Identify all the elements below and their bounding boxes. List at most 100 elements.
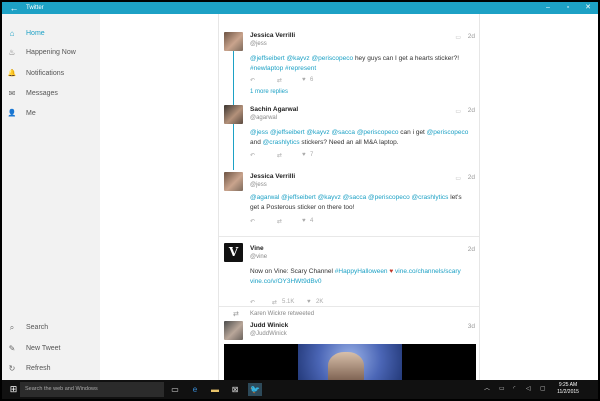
mention-link[interactable]: @crashlytics [263,139,300,146]
tweet-author-name[interactable]: Sachin Agarwal [250,106,298,113]
tray-chevron-icon[interactable]: ︿ [484,383,490,396]
volume-icon[interactable]: ◁ [526,383,531,396]
windows-start-icon[interactable]: ⊞ [8,384,19,395]
tweet-author-name[interactable]: Vine [250,245,264,252]
clock-date: 11/2/2015 [557,389,579,395]
reply-icon[interactable]: ↶ [250,77,255,84]
close-icon[interactable]: ✕ [578,2,598,14]
sidebar-item-label: Messages [26,90,58,97]
hashtag-link[interactable]: #HappyHalloween [335,268,388,275]
sidebar-item-home[interactable]: ⌂ Home [2,27,100,41]
tweet-time: 2d [467,174,475,181]
tweet-author-name[interactable]: Jessica Verrilli [250,173,295,180]
mention-link[interactable]: @jess @jeffseibert @kayvz @sacca @perisc… [250,129,398,136]
like-icon[interactable]: ♥ [307,299,311,305]
sidebar-item-messages[interactable]: ✉ Messages [2,87,100,101]
edge-browser-icon[interactable]: e [188,383,202,396]
retweet-icon[interactable]: ⇄ [277,77,282,84]
like-icon[interactable]: ♥ [302,77,306,83]
tweet[interactable]: Sachin Agarwal @agarwal ▭ 2d @jess @jeff… [219,102,479,168]
sidebar-item-label: Me [26,110,36,117]
maximize-icon[interactable]: ▫ [558,2,578,14]
sidebar-item-label: Home [26,30,45,37]
tweet-author-handle: @jess [250,41,267,47]
twitter-app-icon[interactable]: 🐦 [248,383,262,396]
retweet-count: 5.1K [282,299,295,305]
conversation-icon: ▭ [455,109,461,115]
vine-logo-avatar[interactable]: V [224,243,243,262]
media-stage [298,344,402,380]
retweet-icon[interactable]: ⇄ [272,299,277,306]
taskbar-search-input[interactable]: Search the web and Windows [20,382,164,397]
more-replies-link[interactable]: 1 more replies [250,89,288,95]
url-link[interactable]: vine.co/channels/scary [395,268,461,275]
url-link[interactable]: vine.co/v/OY3HWt9dBv0 [250,278,322,285]
sidebar-item-label: Happening Now [26,49,76,56]
tweet-body: @jeffseibert @kayvz @periscopeco hey guy… [250,54,472,73]
reply-icon[interactable]: ↶ [250,218,255,225]
retweet-icon[interactable]: ⇄ [277,152,282,159]
file-explorer-icon[interactable]: ▬ [208,383,222,396]
reply-icon[interactable]: ↶ [250,299,255,306]
sidebar-item-refresh[interactable]: ↻ Refresh [2,362,100,376]
bell-icon: 🔔 [7,70,17,77]
taskbar: ⊞ Search the web and Windows ▭ e ▬ ⊠ 🐦 ︿… [2,380,598,399]
sidebar-item-label: New Tweet [26,345,61,352]
tweet-author-name[interactable]: Jessica Verrilli [250,32,295,39]
like-count: 6 [310,77,314,83]
mention-link[interactable]: @agarwal @jeffseibert @kayvz @sacca @per… [250,194,448,201]
tweet[interactable]: V Vine @vine 2d Now on Vine: Scary Chann… [219,237,479,310]
like-count: 2K [316,299,324,305]
title-bar: ← Twitter – ▫ ✕ [2,2,598,14]
tweet-time: 2d [467,107,475,114]
tweet[interactable]: Jessica Verrilli @jess ▭ 2d @jeffseibert… [219,14,479,95]
tweet-body: @agarwal @jeffseibert @kayvz @sacca @per… [250,193,472,212]
task-view-icon[interactable]: ▭ [168,383,182,396]
sidebar: ⌂ Home ♨ Happening Now 🔔 Notifications ✉… [2,14,100,380]
avatar[interactable] [224,321,243,340]
like-icon[interactable]: ♥ [302,218,306,224]
tweet-text: Now on Vine: Scary Channel [250,268,335,275]
notification-icon[interactable]: ▢ [540,383,546,396]
like-icon[interactable]: ♥ [302,152,306,158]
tweet-actions: ↶ ⇄ ♥ 7 [250,152,350,160]
sidebar-item-happening-now[interactable]: ♨ Happening Now [2,46,100,60]
tweet-time: 3d [467,323,475,330]
sidebar-item-new-tweet[interactable]: ✎ New Tweet [2,342,100,356]
sidebar-item-label: Notifications [26,70,65,77]
reply-icon[interactable]: ↶ [250,152,255,159]
hashtag-link[interactable]: #newlaptop #represent [250,65,316,72]
avatar[interactable] [224,105,243,124]
avatar[interactable] [224,172,243,191]
person-icon: 👤 [7,110,17,117]
tweet[interactable]: Jessica Verrilli @jess ▭ 2d @agarwal @je… [219,169,479,236]
like-count: 4 [310,218,314,224]
mention-link[interactable]: @jeffseibert @kayvz @periscopeco [250,55,353,62]
store-icon[interactable]: ⊠ [228,383,242,396]
sidebar-item-notifications[interactable]: 🔔 Notifications [2,67,100,81]
tweet-author-handle: @jess [250,182,267,188]
network-icon[interactable]: ◜ [513,383,515,396]
tweet-media-image[interactable] [224,344,476,380]
taskbar-clock[interactable]: 9:25 AM 11/2/2015 [550,382,586,396]
battery-icon[interactable]: ▭ [499,383,505,396]
media-person [328,352,364,380]
tweet-author-name[interactable]: Judd Winick [250,322,288,329]
conversation-icon: ▭ [455,35,461,41]
envelope-icon: ✉ [8,89,16,98]
tweet-actions: ↶ ⇄ ♥ 4 [250,218,350,226]
retweet-icon[interactable]: ⇄ [277,218,282,225]
sidebar-item-search[interactable]: ⌕ Search [2,321,100,335]
minimize-icon[interactable]: – [538,2,558,14]
tweet-time: 2d [467,246,475,253]
retweeted-by-label[interactable]: Karen Wickre retweeted [250,311,314,317]
refresh-icon: ↻ [8,364,16,373]
tweet-text: can i get [398,129,427,136]
avatar[interactable] [224,32,243,51]
back-arrow-icon[interactable]: ← [8,3,20,13]
sidebar-item-me[interactable]: 👤 Me [2,107,100,121]
search-icon: ⌕ [9,323,15,332]
mention-link[interactable]: @periscopeco [427,129,469,136]
conversation-icon: ▭ [455,176,461,182]
tweet[interactable]: ⇄ Karen Wickre retweeted Judd Winick @Ju… [219,307,479,380]
